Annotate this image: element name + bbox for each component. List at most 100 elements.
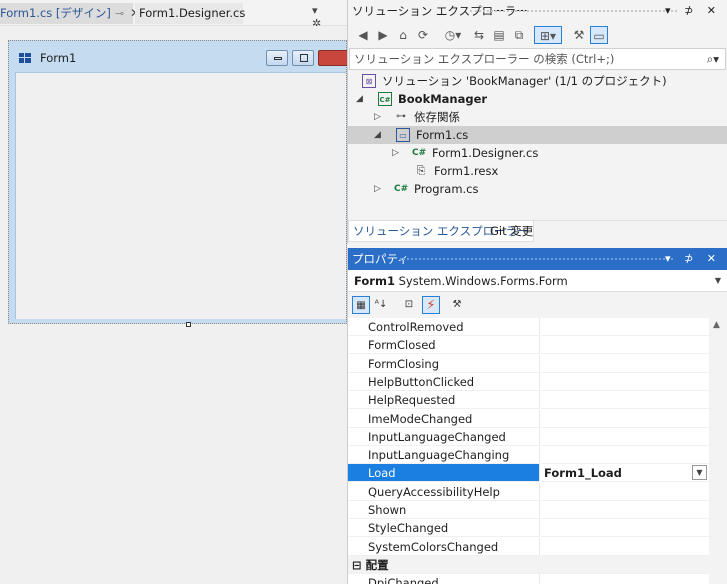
property-value[interactable] — [541, 483, 709, 501]
value-dropdown-icon[interactable]: ▼ — [692, 465, 707, 481]
property-category[interactable]: ⊟ 配置 — [348, 555, 709, 574]
tree-item-form1-cs[interactable]: ◢ ▭ Form1.cs — [348, 126, 727, 144]
property-row[interactable]: Load Form1_Load ▼ — [348, 464, 709, 483]
property-row[interactable]: FormClosing — [348, 354, 709, 373]
property-row[interactable]: HelpRequested — [348, 391, 709, 410]
csharp-file-icon: C# — [394, 184, 409, 194]
sync-icon[interactable]: ⇆ — [470, 26, 488, 44]
preview-selected-icon[interactable]: ⊞▾ — [534, 26, 562, 44]
property-value[interactable] — [541, 410, 709, 428]
property-row[interactable]: SystemColorsChanged — [348, 537, 709, 556]
object-selector-dropdown[interactable]: Form1 System.Windows.Forms.Form ▼ — [348, 270, 727, 292]
form-designer-surface[interactable]: Form1 — [0, 26, 348, 584]
property-row[interactable]: InputLanguageChanged — [348, 427, 709, 446]
tree-item-form1-designer-cs[interactable]: ▷ C# Form1.Designer.cs — [348, 144, 727, 162]
form-file-icon: ▭ — [396, 128, 410, 142]
switch-views-icon[interactable]: ⟳ — [414, 26, 432, 44]
solution-explorer-panel: ソリューション エクスプローラー ▾ ⊅ ✕ ◀ ▶ ⌂ ⟳ ◷▾ ⇆ ▤ ⧉ … — [347, 0, 727, 244]
tree-item-project[interactable]: ◢ C# BookManager — [348, 90, 727, 108]
property-row[interactable]: ControlRemoved — [348, 318, 709, 336]
tree-item-label: Form1.resx — [434, 164, 499, 178]
solution-explorer-title-bar[interactable]: ソリューション エクスプローラー ▾ ⊅ ✕ — [348, 0, 727, 22]
minimize-icon[interactable] — [266, 50, 288, 66]
back-icon[interactable]: ◀ — [354, 26, 372, 44]
property-pages-wrench-icon[interactable]: ⚒ — [448, 296, 466, 314]
property-value[interactable] — [541, 574, 709, 584]
property-value-text: Form1_Load — [544, 466, 622, 481]
tree-item-label: Form1.cs — [416, 128, 469, 142]
tree-item-form1-resx[interactable]: ⎘ Form1.resx — [348, 162, 727, 180]
expanded-arrow-icon[interactable]: ◢ — [356, 90, 366, 108]
property-row[interactable]: Shown — [348, 501, 709, 519]
collapsed-arrow-icon[interactable]: ▷ — [374, 180, 384, 198]
property-grid-scrollbar[interactable]: ▲ — [709, 318, 727, 584]
property-value[interactable] — [541, 519, 709, 538]
tree-item-solution[interactable]: ⊠ ソリューション 'BookManager' (1/1 のプロジェクト) — [348, 72, 727, 90]
property-name: QueryAccessibilityHelp — [348, 482, 540, 501]
tree-item-label: Form1.Designer.cs — [432, 146, 539, 160]
window-close-icon[interactable] — [318, 50, 348, 66]
property-name: ImeModeChanged — [348, 409, 540, 428]
property-value[interactable] — [541, 373, 709, 391]
property-row[interactable]: QueryAccessibilityHelp — [348, 482, 709, 501]
property-value[interactable] — [541, 446, 709, 465]
properties-view-icon[interactable]: ⊡ — [400, 296, 418, 314]
solution-explorer-search-input[interactable]: ソリューション エクスプローラー の検索 (Ctrl+;) ⌕▾ — [349, 48, 726, 70]
tab-form1-designer-cs[interactable]: Form1.Designer.cs — [135, 3, 245, 24]
properties-panel: プロパティ ▾ ⊅ ✕ Form1 System.Windows.Forms.F… — [347, 248, 727, 584]
tree-item-dependencies[interactable]: ▷ ⊶ 依存関係 — [348, 108, 727, 126]
tab-form1-design-label: Form1.cs [デザイン] — [0, 6, 111, 20]
property-row[interactable]: FormClosed — [348, 336, 709, 355]
chevron-down-icon[interactable]: ▼ — [715, 270, 721, 292]
property-name: StyleChanged — [348, 519, 540, 538]
collapsed-arrow-icon[interactable]: ▷ — [374, 108, 384, 126]
tree-item-program-cs[interactable]: ▷ C# Program.cs — [348, 180, 727, 198]
property-name: FormClosing — [348, 354, 540, 373]
maximize-icon[interactable] — [292, 50, 314, 66]
property-value[interactable] — [541, 428, 709, 446]
property-value[interactable] — [541, 391, 709, 410]
forward-icon[interactable]: ▶ — [374, 26, 392, 44]
property-name: DpiChanged — [348, 574, 540, 584]
resx-file-icon: ⎘ — [416, 164, 426, 177]
events-lightning-icon[interactable]: ⚡ — [422, 296, 440, 314]
property-row[interactable]: HelpButtonClicked — [348, 372, 709, 391]
form-window[interactable]: Form1 — [8, 40, 348, 324]
search-placeholder: ソリューション エクスプローラー の検索 (Ctrl+;) — [354, 52, 615, 66]
search-icon[interactable]: ⌕▾ — [707, 49, 719, 69]
form-title-bar[interactable]: Form1 — [10, 42, 348, 72]
property-value[interactable] — [541, 355, 709, 373]
property-name: InputLanguageChanged — [348, 427, 540, 446]
property-row[interactable]: StyleChanged — [348, 519, 709, 538]
property-row[interactable]: ImeModeChanged — [348, 409, 709, 428]
property-value[interactable] — [541, 336, 709, 355]
pin-icon[interactable]: ⊸ — [115, 7, 124, 20]
property-name: ControlRemoved — [348, 318, 540, 336]
property-value[interactable] — [541, 318, 709, 336]
form-app-icon — [19, 53, 31, 63]
resize-grip-handle[interactable] — [186, 322, 191, 327]
properties-title-bar[interactable]: プロパティ ▾ ⊅ ✕ — [348, 248, 727, 270]
tab-form1-design[interactable]: Form1.cs [デザイン]⊸✕ — [0, 3, 140, 24]
expanded-arrow-icon[interactable]: ◢ — [374, 126, 384, 144]
scroll-up-icon[interactable]: ▲ — [713, 320, 720, 330]
property-value[interactable] — [541, 501, 709, 519]
pending-changes-filter-icon[interactable]: ◷▾ — [440, 26, 466, 44]
categorized-icon[interactable]: ▦ — [352, 296, 370, 314]
property-value[interactable]: Form1_Load ▼ — [541, 464, 709, 483]
properties-wrench-icon[interactable]: ⚒ — [570, 26, 588, 44]
property-row[interactable]: InputLanguageChanging — [348, 446, 709, 465]
form-client-area[interactable] — [15, 72, 346, 319]
alphabetical-icon[interactable]: ᴬ↓ — [372, 296, 390, 314]
panel-controls-icon[interactable]: ▾ ⊅ ✕ — [665, 0, 721, 22]
property-value[interactable] — [541, 538, 709, 556]
show-all-files-icon[interactable]: ⧉ — [510, 26, 528, 44]
tab-git-changes[interactable]: Git 変更 — [486, 221, 537, 242]
collapse-all-icon[interactable]: ▤ — [490, 26, 508, 44]
home-icon[interactable]: ⌂ — [394, 26, 412, 44]
object-name: Form1 — [354, 274, 395, 288]
property-row[interactable]: DpiChanged — [348, 574, 709, 584]
collapsed-arrow-icon[interactable]: ▷ — [392, 144, 402, 162]
preview-toggle-icon[interactable]: ▭ — [590, 26, 608, 44]
panel-controls-icon[interactable]: ▾ ⊅ ✕ — [665, 248, 721, 270]
